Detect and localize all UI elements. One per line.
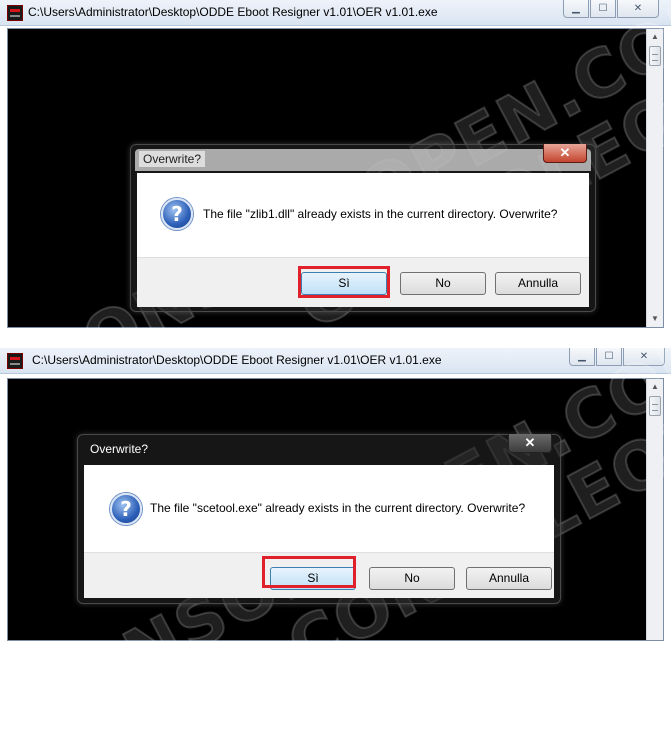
question-icon: ?: [161, 198, 193, 230]
scroll-up-icon[interactable]: ▲: [647, 379, 663, 395]
dialog-body: ? The file "zlib1.dll" already exists in…: [137, 173, 589, 257]
cancel-button[interactable]: Annulla: [466, 567, 552, 590]
screenshot-2: C:\Users\Administrator\Desktop\ODDE Eboo…: [0, 249, 671, 745]
dialog-footer: Sì No Annulla: [84, 552, 554, 598]
dialog-close-icon[interactable]: ✕: [543, 144, 587, 163]
minimize-button[interactable]: ▁: [569, 348, 595, 366]
scroll-down-icon[interactable]: ▼: [647, 311, 663, 327]
yes-button[interactable]: Sì: [301, 272, 387, 295]
question-icon: ?: [110, 493, 142, 525]
dialog-title: Overwrite?: [90, 442, 149, 456]
dialog-footer: Sì No Annulla: [137, 257, 589, 307]
dialog-body: ? The file "scetool.exe" already exists …: [84, 465, 554, 552]
app-icon: [7, 353, 23, 369]
no-button[interactable]: No: [400, 272, 486, 295]
maximize-button[interactable]: ☐: [590, 0, 616, 18]
minimize-button[interactable]: ▁: [563, 0, 589, 18]
window-title: C:\Users\Administrator\Desktop\ODDE Eboo…: [28, 5, 438, 19]
dialog-message: The file "scetool.exe" already exists in…: [150, 501, 526, 515]
app-icon: [7, 5, 23, 21]
cancel-button[interactable]: Annulla: [495, 272, 581, 295]
scroll-thumb[interactable]: [649, 46, 661, 66]
window-titlebar[interactable]: C:\Users\Administrator\Desktop\ODDE Eboo…: [0, 0, 671, 26]
no-button[interactable]: No: [369, 567, 455, 590]
scroll-thumb[interactable]: [649, 396, 661, 416]
vertical-scrollbar[interactable]: ▲: [646, 379, 663, 640]
close-button[interactable]: ✕: [623, 348, 665, 366]
vertical-scrollbar[interactable]: ▲ ▼: [646, 29, 663, 327]
dialog-close-icon[interactable]: ✕: [508, 434, 552, 453]
overwrite-dialog: Overwrite? ✕ ? The file "zlib1.dll" alre…: [130, 144, 596, 312]
dialog-message: The file "zlib1.dll" already exists in t…: [203, 207, 558, 221]
window-title: C:\Users\Administrator\Desktop\ODDE Eboo…: [32, 353, 442, 367]
window-titlebar[interactable]: C:\Users\Administrator\Desktop\ODDE Eboo…: [0, 348, 671, 374]
close-button[interactable]: ✕: [617, 0, 659, 18]
scroll-up-icon[interactable]: ▲: [647, 29, 663, 45]
dialog-title: Overwrite?: [139, 151, 206, 167]
maximize-button[interactable]: ☐: [596, 348, 622, 366]
overwrite-dialog: Overwrite? ✕ ? The file "scetool.exe" al…: [77, 434, 561, 604]
screenshot-1: C:\Users\Administrator\Desktop\ODDE Eboo…: [0, 0, 671, 406]
yes-button[interactable]: Sì: [270, 567, 356, 590]
